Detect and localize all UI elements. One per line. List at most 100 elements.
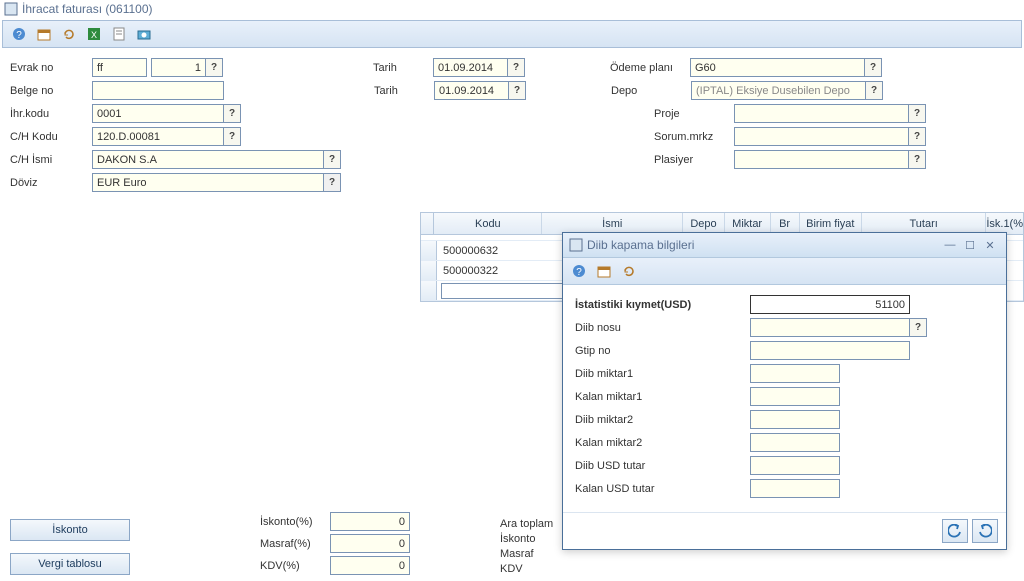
odeme-lookup[interactable] (864, 58, 882, 77)
ihr-kodu-lookup[interactable] (223, 104, 241, 123)
depo-input[interactable] (691, 81, 866, 100)
kalan-miktar2-input[interactable] (750, 433, 840, 452)
kalan-usd-tutar-label: Kalan USD tutar (575, 483, 750, 495)
refresh-icon[interactable] (58, 24, 80, 44)
prev-record-button[interactable] (942, 519, 968, 543)
ch-kodu-lookup[interactable] (223, 127, 241, 146)
evrak-no-a-input[interactable] (92, 58, 147, 77)
kalan-usd-tutar-input[interactable] (750, 479, 840, 498)
sorum-lookup[interactable] (908, 127, 926, 146)
col-miktar[interactable]: Miktar (725, 213, 771, 234)
ch-kodu-label: C/H Kodu (10, 131, 92, 143)
vergi-tablosu-button[interactable]: Vergi tablosu (10, 553, 130, 575)
col-ismi[interactable]: İsmi (542, 213, 683, 234)
diib-miktar1-input[interactable] (750, 364, 840, 383)
ihr-kodu-label: İhr.kodu (10, 108, 92, 120)
diib-kapama-dialog: Diib kapama bilgileri — ☐ ✕ ? İstatistik… (562, 232, 1007, 550)
depo-label: Depo (611, 85, 691, 97)
depo-lookup[interactable] (865, 81, 883, 100)
proje-input[interactable] (734, 104, 909, 123)
diib-miktar2-label: Diib miktar2 (575, 414, 750, 426)
col-birimfiyat[interactable]: Birim fiyat (800, 213, 862, 234)
tarih1-lookup[interactable] (507, 58, 525, 77)
minimize-icon[interactable]: — (940, 237, 960, 253)
evrak-no-b-input[interactable] (151, 58, 206, 77)
cell-kodu: 500000632 (437, 241, 567, 260)
grid-corner (421, 213, 434, 234)
col-isk1[interactable]: İsk.1(% (986, 213, 1023, 234)
window-title-text: İhracat faturası (061100) (22, 2, 153, 16)
doviz-label: Döviz (10, 177, 92, 189)
kalan-miktar1-input[interactable] (750, 387, 840, 406)
diib-miktar2-input[interactable] (750, 410, 840, 429)
iskonto-pct-input[interactable] (330, 512, 410, 531)
cell-kodu: 500000322 (437, 261, 567, 280)
plasiyer-lookup[interactable] (908, 150, 926, 169)
close-icon[interactable]: ✕ (980, 237, 1000, 253)
odeme-label: Ödeme planı (610, 62, 690, 74)
diib-nosu-lookup[interactable] (909, 318, 927, 337)
dlg-help-icon[interactable]: ? (568, 261, 590, 281)
dialog-title-bar[interactable]: Diib kapama bilgileri — ☐ ✕ (563, 233, 1006, 258)
help-icon[interactable]: ? (8, 24, 30, 44)
svg-text:X: X (91, 30, 97, 40)
calendar-icon[interactable] (33, 24, 55, 44)
dialog-icon (569, 238, 583, 252)
ch-ismi-input[interactable] (92, 150, 324, 169)
kdv-pct-label: KDV(%) (260, 560, 330, 572)
ch-ismi-label: C/H İsmi (10, 154, 92, 166)
dlg-calendar-icon[interactable] (593, 261, 615, 281)
excel-icon[interactable]: X (83, 24, 105, 44)
masraf-sum-label: Masraf (500, 548, 553, 560)
svg-text:?: ? (576, 267, 582, 278)
odeme-input[interactable] (690, 58, 865, 77)
iskonto-button[interactable]: İskonto (10, 519, 130, 541)
evrak-no-lookup[interactable] (205, 58, 223, 77)
masraf-pct-label: Masraf(%) (260, 538, 330, 550)
kdv-pct-input[interactable] (330, 556, 410, 575)
sorum-input[interactable] (734, 127, 909, 146)
main-toolbar: ? X (2, 20, 1022, 48)
plasiyer-input[interactable] (734, 150, 909, 169)
tarih1-label: Tarih (373, 62, 433, 74)
form-header: Evrak no Tarih Ödeme planı Belge no Tari… (0, 50, 1024, 204)
tarih1-input[interactable] (433, 58, 508, 77)
evrak-no-label: Evrak no (10, 62, 92, 74)
diib-nosu-label: Diib nosu (575, 322, 750, 334)
col-kodu[interactable]: Kodu (434, 213, 542, 234)
masraf-pct-input[interactable] (330, 534, 410, 553)
dialog-title-text: Diib kapama bilgileri (587, 238, 940, 252)
ara-toplam-label: Ara toplam (500, 518, 553, 530)
sorum-label: Sorum.mrkz (654, 131, 734, 143)
proje-lookup[interactable] (908, 104, 926, 123)
dialog-toolbar: ? (563, 258, 1006, 285)
ihr-kodu-input[interactable] (92, 104, 224, 123)
window-title-bar: İhracat faturası (061100) (0, 0, 1024, 18)
col-br[interactable]: Br (771, 213, 800, 234)
tarih2-label: Tarih (374, 85, 434, 97)
istatistiki-label: İstatistiki kıymet(USD) (575, 299, 750, 311)
doviz-dropdown[interactable] (323, 173, 341, 192)
camera-icon[interactable] (133, 24, 155, 44)
dlg-refresh-icon[interactable] (618, 261, 640, 281)
next-record-button[interactable] (972, 519, 998, 543)
belge-no-input[interactable] (92, 81, 224, 100)
gtip-no-label: Gtip no (575, 345, 750, 357)
tarih2-input[interactable] (434, 81, 509, 100)
diib-nosu-input[interactable] (750, 318, 910, 337)
document-icon[interactable] (108, 24, 130, 44)
col-depo[interactable]: Depo (683, 213, 725, 234)
istatistiki-input[interactable] (750, 295, 910, 314)
kdv-sum-label: KDV (500, 563, 553, 575)
gtip-no-input[interactable] (750, 341, 910, 360)
doviz-input[interactable] (92, 173, 324, 192)
diib-usd-tutar-input[interactable] (750, 456, 840, 475)
tarih2-lookup[interactable] (508, 81, 526, 100)
edit-cell[interactable] (441, 283, 564, 299)
maximize-icon[interactable]: ☐ (960, 237, 980, 253)
col-tutar[interactable]: Tutarı (862, 213, 986, 234)
kalan-miktar2-label: Kalan miktar2 (575, 437, 750, 449)
ch-ismi-lookup[interactable] (323, 150, 341, 169)
diib-usd-tutar-label: Diib USD tutar (575, 460, 750, 472)
ch-kodu-input[interactable] (92, 127, 224, 146)
